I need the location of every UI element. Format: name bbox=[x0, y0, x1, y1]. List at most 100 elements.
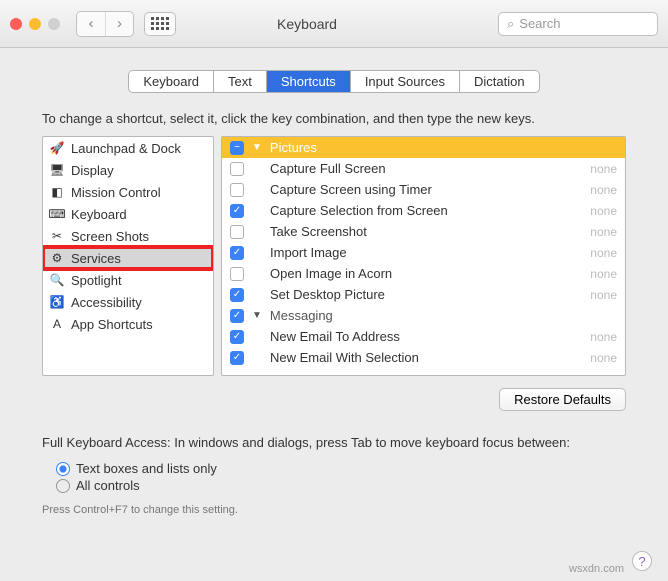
shortcut-value[interactable]: none bbox=[590, 183, 617, 197]
radio-label: All controls bbox=[76, 478, 140, 493]
titlebar: ‹ › Keyboard ⌕ Search bbox=[0, 0, 668, 48]
sidebar-label: Display bbox=[71, 163, 114, 178]
row-label: New Email With Selection bbox=[252, 350, 582, 365]
shortcut-row[interactable]: Take Screenshot none bbox=[222, 221, 625, 242]
group-header[interactable]: ▼ Pictures bbox=[222, 137, 625, 158]
row-label: Import Image bbox=[252, 245, 582, 260]
shortcut-row[interactable]: Open Image in Acorn none bbox=[222, 263, 625, 284]
checkbox[interactable] bbox=[230, 288, 244, 302]
sidebar-label: Launchpad & Dock bbox=[71, 141, 181, 156]
sidebar-item-app-shortcuts[interactable]: A App Shortcuts bbox=[43, 313, 213, 335]
shortcut-row[interactable]: New Email To Addressnone bbox=[222, 326, 625, 347]
shortcut-value[interactable]: none bbox=[590, 225, 617, 239]
sidebar-label: Spotlight bbox=[71, 273, 122, 288]
checkbox[interactable] bbox=[230, 141, 244, 155]
fka-option[interactable]: Text boxes and lists only bbox=[56, 460, 612, 477]
fka-options: Text boxes and lists only All controls bbox=[0, 456, 668, 498]
shortcut-value[interactable]: none bbox=[590, 204, 617, 218]
checkbox[interactable] bbox=[230, 330, 244, 344]
fka-hint: Press Control+F7 to change this setting. bbox=[0, 498, 668, 522]
shortcut-value[interactable]: none bbox=[590, 162, 617, 176]
row-label: Capture Full Screen bbox=[252, 161, 582, 176]
shortcut-value[interactable]: none bbox=[590, 351, 617, 365]
shortcut-value[interactable]: none bbox=[590, 267, 617, 281]
sidebar-item-display[interactable]: 🖥 Display bbox=[43, 159, 213, 181]
sidebar-label: Accessibility bbox=[71, 295, 142, 310]
search-icon: ⌕ bbox=[507, 16, 514, 32]
checkbox[interactable] bbox=[230, 267, 244, 281]
shortcut-row[interactable]: Capture Full Screen none bbox=[222, 158, 625, 179]
zoom-icon[interactable] bbox=[48, 18, 60, 30]
tab-bar: KeyboardTextShortcutsInput SourcesDictat… bbox=[0, 70, 668, 93]
checkbox[interactable] bbox=[230, 225, 244, 239]
radio-button[interactable] bbox=[56, 479, 70, 493]
sidebar-icon: ⌨ bbox=[49, 206, 65, 222]
sidebar-icon: ✂ bbox=[49, 228, 65, 244]
sidebar-icon: 🚀 bbox=[49, 140, 65, 156]
tab-text[interactable]: Text bbox=[214, 71, 267, 92]
shortcut-row[interactable]: New Email With Selection none bbox=[222, 347, 625, 368]
category-sidebar[interactable]: 🚀 Launchpad & Dock 🖥 Display ◧ Mission Contro… bbox=[42, 136, 214, 376]
close-icon[interactable] bbox=[10, 18, 22, 30]
sidebar-label: App Shortcuts bbox=[71, 317, 153, 332]
fka-label: Full Keyboard Access: In windows and dia… bbox=[0, 411, 668, 456]
row-label: Messaging bbox=[270, 308, 617, 323]
search-input[interactable]: ⌕ Search bbox=[498, 12, 658, 36]
sidebar-label: Screen Shots bbox=[71, 229, 149, 244]
checkbox[interactable] bbox=[230, 183, 244, 197]
sidebar-item-keyboard[interactable]: ⌨ Keyboard bbox=[43, 203, 213, 225]
back-button[interactable]: ‹ bbox=[77, 12, 105, 36]
shortcut-row[interactable]: Set Desktop Picture none bbox=[222, 284, 625, 305]
sidebar-item-launchpad-dock[interactable]: 🚀 Launchpad & Dock bbox=[43, 137, 213, 159]
radio-label: Text boxes and lists only bbox=[76, 461, 217, 476]
radio-button[interactable] bbox=[56, 462, 70, 476]
minimize-icon[interactable] bbox=[29, 18, 41, 30]
shortcut-value[interactable]: none bbox=[590, 288, 617, 302]
checkbox[interactable] bbox=[230, 162, 244, 176]
row-label: Set Desktop Picture bbox=[252, 287, 582, 302]
sidebar-item-accessibility[interactable]: ♿ Accessibility bbox=[43, 291, 213, 313]
shortcuts-list[interactable]: ▼PicturesCapture Full ScreennoneCapture … bbox=[221, 136, 626, 376]
shortcut-row[interactable]: Import Image none bbox=[222, 242, 625, 263]
shortcut-row[interactable]: Capture Selection from Screen none bbox=[222, 200, 625, 221]
tab-dictation[interactable]: Dictation bbox=[460, 71, 539, 92]
restore-defaults-button[interactable]: Restore Defaults bbox=[499, 388, 626, 411]
sidebar-item-spotlight[interactable]: 🔍 Spotlight bbox=[43, 269, 213, 291]
tab-input-sources[interactable]: Input Sources bbox=[351, 71, 460, 92]
window-controls bbox=[10, 18, 60, 30]
sidebar-icon: ♿ bbox=[49, 294, 65, 310]
row-label: Pictures bbox=[270, 140, 617, 155]
group-header[interactable]: ▼ Messaging bbox=[222, 305, 625, 326]
watermark: wsxdn.com bbox=[569, 563, 624, 575]
instruction-text: To change a shortcut, select it, click t… bbox=[0, 111, 668, 136]
shortcut-value[interactable]: none bbox=[590, 246, 617, 260]
sidebar-item-mission-control[interactable]: ◧ Mission Control bbox=[43, 181, 213, 203]
help-button[interactable]: ? bbox=[632, 551, 652, 571]
sidebar-icon: A bbox=[49, 316, 65, 332]
sidebar-icon: 🖥 bbox=[49, 162, 65, 178]
sidebar-item-screen-shots[interactable]: ✂ Screen Shots bbox=[43, 225, 213, 247]
row-label: Capture Selection from Screen bbox=[252, 203, 582, 218]
sidebar-label: Services bbox=[71, 251, 121, 266]
tab-keyboard[interactable]: Keyboard bbox=[129, 71, 214, 92]
sidebar-label: Mission Control bbox=[71, 185, 161, 200]
disclosure-triangle-icon[interactable]: ▼ bbox=[252, 142, 262, 153]
shortcut-value[interactable]: none bbox=[590, 330, 617, 344]
search-placeholder: Search bbox=[519, 16, 560, 31]
row-label: Capture Screen using Timer bbox=[252, 182, 582, 197]
sidebar-icon: ◧ bbox=[49, 184, 65, 200]
sidebar-label: Keyboard bbox=[71, 207, 127, 222]
row-label: Take Screenshot bbox=[252, 224, 582, 239]
tab-shortcuts[interactable]: Shortcuts bbox=[267, 71, 351, 92]
disclosure-triangle-icon[interactable]: ▼ bbox=[252, 310, 262, 321]
row-label: Open Image in Acorn bbox=[252, 266, 582, 281]
window-title: Keyboard bbox=[126, 16, 488, 32]
checkbox[interactable] bbox=[230, 351, 244, 365]
checkbox[interactable] bbox=[230, 309, 244, 323]
shortcut-row[interactable]: Capture Screen using Timer none bbox=[222, 179, 625, 200]
sidebar-item-services[interactable]: ⚙Services bbox=[43, 247, 213, 269]
checkbox[interactable] bbox=[230, 246, 244, 260]
sidebar-icon: 🔍 bbox=[49, 272, 65, 288]
fka-option[interactable]: All controls bbox=[56, 477, 612, 494]
checkbox[interactable] bbox=[230, 204, 244, 218]
